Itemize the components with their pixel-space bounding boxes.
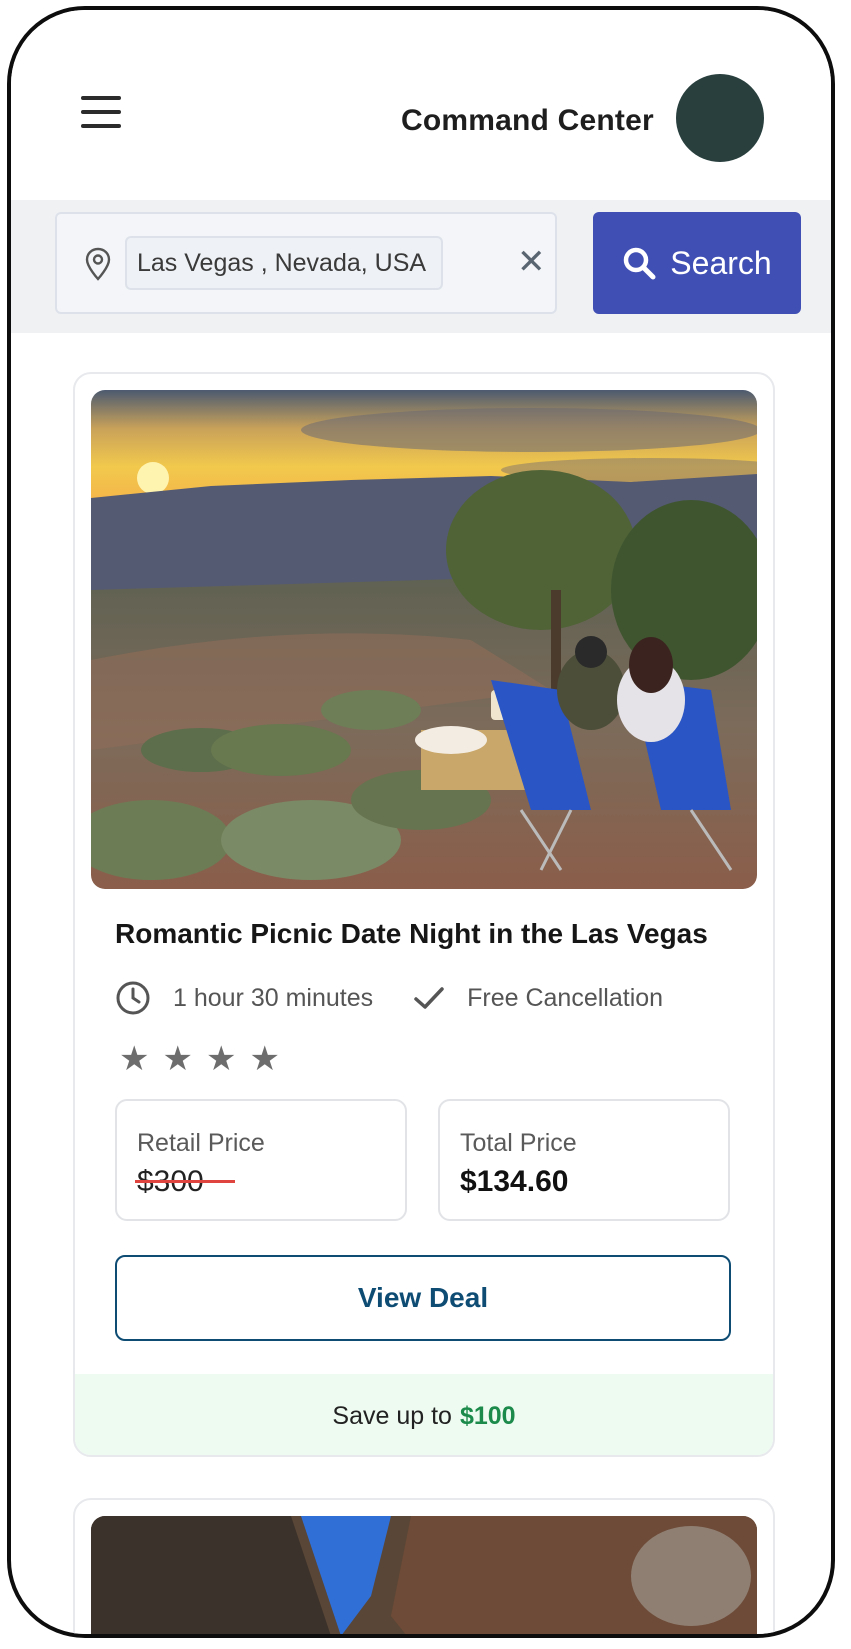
total-price-value: $134.60 (460, 1165, 569, 1198)
deal-meta: 1 hour 30 minutes Free Cancellation (115, 980, 663, 1016)
avatar[interactable] (676, 74, 764, 162)
cancellation-text: Free Cancellation (467, 983, 664, 1012)
check-icon (414, 987, 444, 1009)
phone-frame: Command Center ✕ Search (7, 6, 835, 1638)
total-price-label: Total Price (460, 1129, 577, 1157)
strikethrough-line (135, 1180, 235, 1183)
map-pin-icon (85, 247, 111, 281)
search-button-label: Search (670, 244, 772, 281)
savings-banner: Save up to $100 (75, 1374, 773, 1455)
save-amount: $100 (459, 1402, 516, 1430)
search-bar: ✕ Search (11, 200, 831, 333)
canyon-photo (91, 1516, 757, 1634)
location-input[interactable] (125, 236, 443, 290)
rating-stars: ★ ★ ★ ★ (119, 1042, 280, 1076)
close-icon[interactable]: ✕ (517, 244, 546, 280)
app-header: Command Center (11, 10, 831, 200)
duration-text: 1 hour 30 minutes (173, 983, 374, 1012)
view-deal-button[interactable]: View Deal (115, 1255, 731, 1341)
save-text: Save up to (332, 1402, 452, 1430)
picnic-photo (91, 390, 757, 889)
star-icon: ★ (205, 1039, 237, 1079)
star-icon: ★ (119, 1039, 150, 1079)
total-price-box: Total Price $134.60 (438, 1099, 730, 1221)
star-icon: ★ (162, 1039, 193, 1079)
deal-image[interactable] (91, 390, 757, 889)
star-icon: ★ (249, 1039, 280, 1079)
retail-price-label: Retail Price (137, 1129, 265, 1157)
page-title: Command Center (401, 104, 654, 137)
location-field: ✕ (55, 212, 557, 314)
search-icon (624, 247, 656, 280)
search-button[interactable]: Search (593, 212, 801, 314)
deal-card: Romantic Picnic Date Night in the Las Ve… (73, 372, 775, 1457)
deal-image[interactable] (91, 1516, 757, 1634)
retail-price-box: Retail Price $300 (115, 1099, 407, 1221)
clock-icon (116, 981, 150, 1015)
deal-card (73, 1498, 775, 1634)
deal-title: Romantic Picnic Date Night in the Las Ve… (115, 918, 708, 949)
hamburger-menu-icon[interactable] (81, 96, 121, 130)
